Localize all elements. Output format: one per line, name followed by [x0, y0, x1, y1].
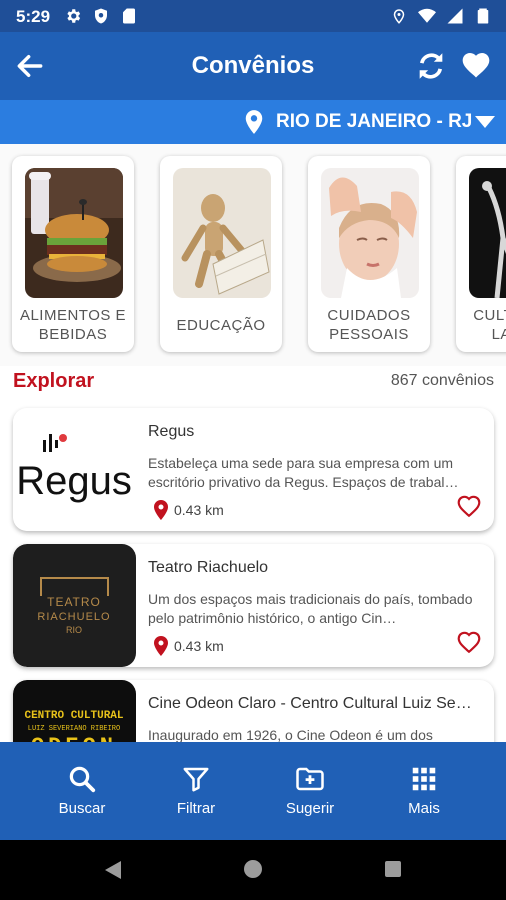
logo-line-3: RIO — [66, 625, 82, 635]
system-recents-icon[interactable] — [385, 861, 401, 877]
settings-icon — [67, 9, 81, 23]
logo-line-1: TEATRO — [47, 595, 101, 609]
nav-suggest-button[interactable]: Sugerir — [260, 764, 360, 817]
favorite-heart-icon[interactable] — [456, 630, 482, 654]
partner-logo: TEATRO RIACHUELO RIO — [13, 544, 136, 667]
results-count: 867 convênios — [390, 372, 494, 389]
list-item[interactable]: CENTRO CULTURAL LUIZ SEVERIANO RIBEIRO O… — [13, 680, 494, 742]
category-card-personal-care[interactable]: CUIDADOS PESSOAIS — [308, 156, 430, 352]
folder-add-icon — [296, 767, 324, 791]
item-description: Inaugurado em 1926, o Cine Odeon é um do… — [148, 727, 433, 742]
regus-logo-text: Regus — [16, 459, 132, 503]
nav-label: Filtrar — [176, 800, 216, 817]
nav-label: Mais — [408, 800, 440, 817]
map-pin-icon — [154, 636, 168, 656]
shield-icon — [95, 8, 107, 24]
nav-label: Buscar — [58, 800, 106, 817]
category-card-education[interactable]: EDUCAÇÃO — [160, 156, 282, 352]
partner-logo: CENTRO CULTURAL LUIZ SEVERIANO RIBEIRO O… — [13, 680, 136, 742]
filter-icon — [183, 767, 209, 792]
signal-icon — [447, 8, 463, 24]
system-back-icon[interactable] — [104, 860, 122, 880]
wifi-icon — [418, 8, 436, 23]
item-distance: 0.43 km — [153, 636, 224, 656]
bottom-navigation: Buscar Filtrar Sugerir Mais — [0, 742, 506, 840]
category-label: EDUCAÇÃO — [176, 316, 266, 334]
distance-text: 0.43 km — [174, 638, 224, 654]
battery-icon — [477, 8, 489, 24]
category-image-personal-care — [321, 168, 419, 298]
map-pin-icon — [245, 110, 263, 134]
location-label: RIO DE JANEIRO - RJ — [276, 111, 473, 132]
category-image-education — [173, 168, 271, 298]
logo-line-2: LUIZ SEVERIANO RIBEIRO — [28, 725, 120, 733]
category-card-food[interactable]: ALIMENTOS E BEBIDAS — [12, 156, 134, 352]
favorites-heart-icon[interactable] — [460, 49, 492, 81]
distance-text: 0.43 km — [174, 502, 224, 518]
location-selector[interactable]: RIO DE JANEIRO - RJ — [0, 100, 506, 144]
chevron-down-icon — [475, 116, 495, 128]
sd-card-icon — [123, 8, 135, 24]
partner-logo: Regus — [13, 408, 136, 531]
item-distance: 0.43 km — [153, 500, 224, 520]
category-label: CULTURA E LAZER — [473, 307, 506, 343]
item-title: Cine Odeon Claro - Centro Cultural Luiz … — [148, 695, 472, 712]
refresh-icon[interactable] — [414, 49, 448, 83]
grid-icon — [412, 767, 436, 791]
map-pin-icon — [154, 500, 168, 520]
nav-more-button[interactable]: Mais — [374, 764, 474, 817]
logo-line-3: ODEON — [31, 734, 117, 742]
search-icon — [69, 766, 96, 793]
list-item[interactable]: TEATRO RIACHUELO RIO Teatro Riachuelo Um… — [13, 544, 494, 667]
location-icon — [393, 9, 405, 24]
system-home-icon[interactable] — [244, 860, 262, 878]
item-description: Um dos espaços mais tradicionais do país… — [148, 591, 473, 626]
nav-search-button[interactable]: Buscar — [32, 764, 132, 817]
status-bar: 5:29 — [0, 0, 506, 32]
system-navigation-bar — [0, 840, 506, 900]
item-description: Estabeleça uma sede para sua empresa com… — [148, 455, 459, 490]
explore-heading: Explorar — [13, 370, 95, 392]
list-item[interactable]: Regus Regus Estabeleça uma sede para sua… — [13, 408, 494, 531]
nav-label: Sugerir — [285, 800, 335, 817]
status-left-icons — [64, 7, 138, 25]
partner-list[interactable]: Regus Regus Estabeleça uma sede para sua… — [0, 398, 506, 742]
category-label: CUIDADOS PESSOAIS — [327, 307, 411, 343]
item-title: Teatro Riachuelo — [148, 559, 269, 576]
nav-filter-button[interactable]: Filtrar — [146, 764, 246, 817]
logo-line-2: RIACHUELO — [37, 611, 110, 623]
app-bar: Convênios — [0, 32, 506, 100]
category-image-food — [25, 168, 123, 298]
status-right-icons — [390, 7, 492, 25]
status-time: 5:29 — [16, 7, 51, 26]
category-card-culture[interactable]: CULTURA E LAZER — [456, 156, 506, 352]
category-image-culture — [469, 168, 506, 298]
logo-line-1: CENTRO CULTURAL — [24, 710, 123, 722]
favorite-heart-icon[interactable] — [456, 494, 482, 518]
category-label: ALIMENTOS E BEBIDAS — [19, 307, 127, 343]
item-title: Regus — [148, 423, 195, 440]
category-carousel[interactable]: ALIMENTOS E BEBIDAS EDUCAÇÃO CUIDADOS PE… — [0, 144, 506, 366]
